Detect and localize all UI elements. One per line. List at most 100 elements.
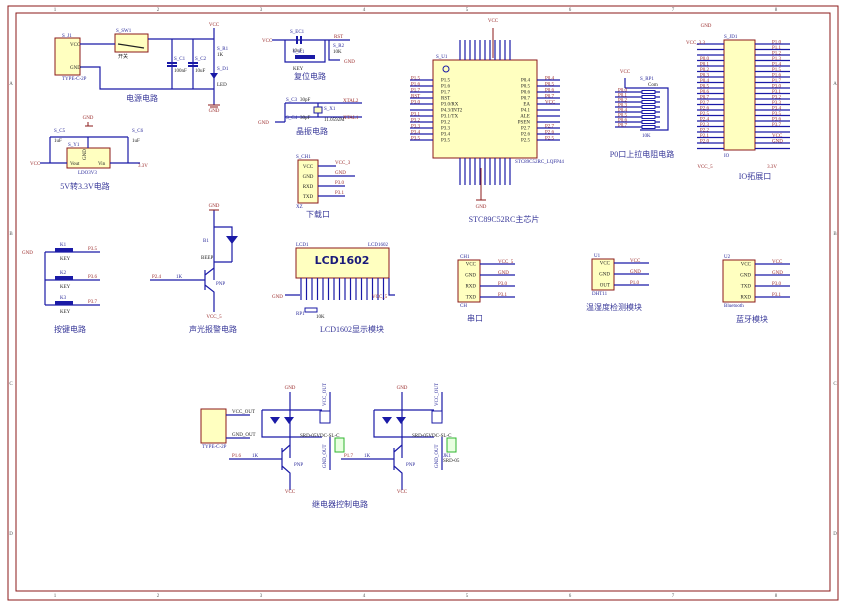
label: TXD	[303, 195, 314, 200]
label: DHT11	[592, 292, 608, 297]
zone-label: 8	[775, 8, 778, 13]
label: P0.4	[521, 79, 531, 84]
resistor	[641, 125, 656, 129]
label: 1uF	[132, 139, 140, 144]
label: P0.3	[700, 74, 710, 79]
resistor	[641, 110, 656, 114]
zone-label: 5	[466, 594, 469, 599]
label: P2.6	[545, 131, 555, 136]
label: P0.6	[700, 90, 710, 95]
label: TYPE-C-2P	[62, 77, 87, 82]
label: VCC_OUT	[435, 383, 440, 406]
label: RXD	[740, 296, 751, 301]
label: P3.3	[411, 125, 421, 130]
label: S_R2	[333, 44, 345, 49]
label: GND	[285, 386, 296, 391]
label: P2.6	[700, 107, 710, 112]
label: S_C2	[195, 57, 207, 62]
label: P0.6	[545, 89, 555, 94]
label: PNP	[294, 463, 303, 468]
label: P1.6	[411, 83, 421, 88]
label: P1.6	[441, 85, 451, 90]
label: LCD1	[296, 243, 309, 248]
resistor	[641, 105, 656, 109]
section-title-reset: 复位电路	[294, 71, 326, 81]
label: VCC	[488, 19, 499, 24]
label: P0.7	[545, 95, 555, 100]
label: IO	[724, 154, 730, 159]
label: P3.2	[772, 96, 782, 101]
label: GND_OUT	[435, 444, 440, 468]
label: P4.3/INT2	[441, 109, 463, 114]
section-title-dht: 温湿度检测模块	[586, 302, 642, 312]
label: P1.4	[772, 63, 782, 68]
label: P3.4	[441, 133, 451, 138]
label: S_EC1	[290, 30, 305, 35]
label: P3.6	[88, 275, 98, 280]
label: P3.1	[772, 293, 782, 298]
label: 3.3V	[138, 164, 148, 169]
label: P2.4	[700, 118, 710, 123]
label: P1.7	[772, 79, 782, 84]
label: GND	[70, 66, 81, 71]
zone-label: A	[9, 82, 13, 87]
label: VCC	[600, 262, 611, 267]
section-title-buzzer: 声光报警电路	[189, 324, 237, 334]
label: P0.6	[521, 91, 531, 96]
label: Com	[648, 83, 658, 88]
label: P2.5	[700, 112, 710, 117]
label: P1.6	[772, 74, 782, 79]
label: P2.4	[152, 275, 162, 280]
label: P1.7	[344, 454, 354, 459]
relay-coil	[319, 410, 331, 424]
section-title-io: IO拓展口	[739, 171, 771, 181]
label: P3.7	[772, 123, 782, 128]
label: P3.0	[772, 282, 782, 287]
lcd-display-text: LCD1602	[315, 254, 370, 267]
label: S_C3	[286, 98, 298, 103]
label: P3.1	[335, 191, 345, 196]
section-title-serial: 串口	[467, 314, 483, 323]
label: P3.0	[335, 181, 345, 186]
label: VCC	[285, 490, 296, 495]
label: P3.1	[772, 90, 782, 95]
label: RST	[411, 95, 420, 100]
label: VCC	[620, 70, 631, 75]
label: P3.0	[498, 282, 508, 287]
label: P1.0	[772, 41, 782, 46]
label: VCC	[303, 165, 314, 170]
label: P3.5	[88, 247, 98, 252]
label: P0.7	[618, 124, 628, 129]
resistor	[641, 120, 656, 124]
label: GND_OUT	[232, 433, 256, 438]
zone-label: 1	[54, 8, 57, 13]
label: VCC	[772, 260, 783, 265]
label: 1K	[217, 53, 224, 58]
zone-label: 4	[363, 8, 366, 13]
label: PNP	[216, 282, 225, 287]
label: P3.2	[441, 121, 451, 126]
label: VCC	[545, 101, 556, 106]
zone-label: D	[833, 532, 837, 537]
label: P3.1	[411, 113, 421, 118]
label: P3.3	[772, 101, 782, 106]
label: P0.4	[545, 77, 555, 82]
label: P3.5	[772, 112, 782, 117]
label: P1.5	[441, 79, 451, 84]
schematic-sheet: 1 1 2 2 3 3 4 4 5 5 6 6 7 7 8 8 A A B B C C D D 电源电路 5V转3.3V电路 复位电…	[0, 0, 846, 606]
zone-label: 2	[157, 594, 160, 599]
label: S_C1	[174, 57, 186, 62]
label: 3.3V	[767, 165, 777, 170]
label: K3	[60, 296, 67, 301]
label: P2.0	[700, 140, 710, 145]
label: GND	[209, 204, 220, 209]
label: K1	[60, 243, 67, 248]
label: GND	[772, 140, 783, 145]
label: S_JD1	[724, 35, 738, 40]
label: XTAL2	[343, 99, 359, 104]
label: LDO3V3	[78, 171, 97, 176]
label: XTAL1	[343, 116, 359, 121]
label: VCC	[30, 162, 41, 167]
label: P0.2	[700, 68, 710, 73]
wire	[341, 392, 443, 490]
